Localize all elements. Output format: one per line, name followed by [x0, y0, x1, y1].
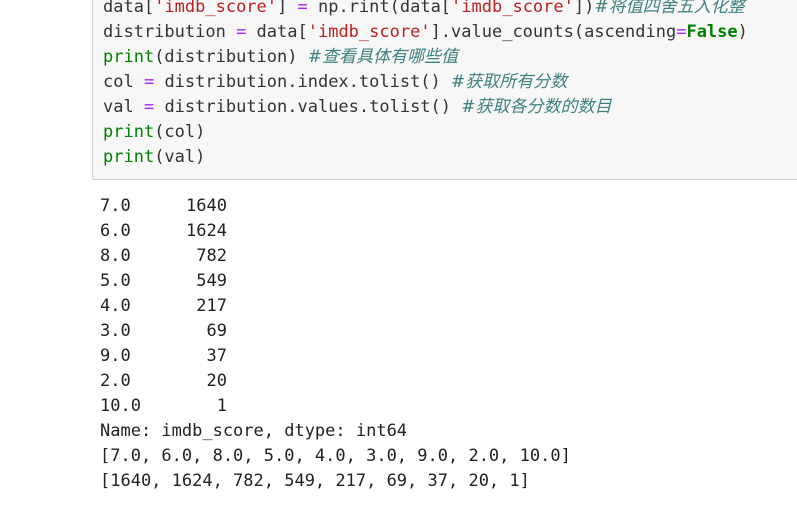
string-literal: 'imdb_score'	[451, 0, 574, 17]
series-index: 7.0	[100, 196, 131, 216]
keyword: False	[686, 22, 738, 42]
value-counts-row: 6.0 1624	[100, 219, 571, 244]
code-token: col	[103, 72, 144, 92]
code-line-4: col = distribution.index.tolist() #获取所有分…	[103, 70, 748, 95]
series-index: 2.0	[100, 371, 131, 391]
code-token: distribution.values.tolist()	[154, 97, 462, 117]
code-editor[interactable]: data['imdb_score'] = np.rint(data['imdb_…	[103, 0, 748, 170]
operator: =	[297, 0, 308, 17]
builtin-function: print	[103, 122, 155, 142]
series-value: 69	[206, 321, 227, 341]
operator: =	[676, 22, 687, 42]
value-counts-row: 5.0 549	[100, 269, 571, 294]
series-index: 3.0	[100, 321, 131, 341]
series-value: 1640	[186, 196, 227, 216]
series-index: 8.0	[100, 246, 131, 266]
series-index: 9.0	[100, 346, 131, 366]
string-literal: 'imdb_score'	[154, 0, 278, 17]
operator: =	[143, 72, 155, 92]
series-index: 5.0	[100, 271, 131, 291]
code-comment: #查看具体有哪些值	[307, 47, 458, 67]
code-token: data[	[246, 22, 308, 42]
value-counts-row: 9.0 37	[100, 344, 571, 369]
builtin-function: print	[103, 47, 155, 67]
series-value: 1	[216, 396, 227, 416]
code-token: ]	[277, 0, 298, 17]
code-token: (distribution)	[154, 47, 308, 67]
code-line-5: val = distribution.values.tolist() #获取各分…	[103, 95, 748, 120]
series-value: 1624	[186, 221, 227, 241]
value-counts-row: 8.0 782	[100, 244, 571, 269]
value-counts-row: 10.0 1	[100, 394, 571, 419]
code-line-7: print(val)	[103, 145, 748, 170]
cell-output: 7.0 1640 6.0 1624 8.0 782 5.0 549 4.0 217 3.0…	[100, 194, 571, 494]
value-counts-row: 7.0 1640	[100, 194, 571, 219]
series-index: 6.0	[100, 221, 131, 241]
value-counts-row: 2.0 20	[100, 369, 571, 394]
code-token: distribution	[103, 22, 237, 42]
string-literal: 'imdb_score'	[307, 22, 431, 42]
code-token: data[	[103, 0, 155, 17]
code-token: (val)	[154, 147, 206, 167]
series-value: 20	[206, 371, 227, 391]
value-counts-row: 3.0 69	[100, 319, 571, 344]
code-token: ].value_counts(ascending	[430, 22, 677, 42]
code-line-2: distribution = data['imdb_score'].value_…	[103, 20, 748, 45]
operator: =	[143, 97, 155, 117]
col-list-output: [7.0, 6.0, 8.0, 5.0, 4.0, 3.0, 9.0, 2.0,…	[100, 446, 571, 466]
code-token: np.rint(data[	[307, 0, 452, 17]
code-cell-input[interactable]: data['imdb_score'] = np.rint(data['imdb_…	[92, 0, 797, 180]
code-comment: #获取各分数的数目	[461, 97, 612, 117]
code-token: )	[737, 22, 748, 42]
code-token: val	[103, 97, 144, 117]
series-value: 217	[196, 296, 227, 316]
series-info-line: Name: imdb_score, dtype: int64	[100, 421, 408, 441]
code-line-3: print(distribution) #查看具体有哪些值	[103, 45, 748, 70]
series-value: 782	[196, 246, 227, 266]
operator: =	[236, 22, 247, 42]
code-token: ])	[573, 0, 595, 17]
series-index: 10.0	[100, 396, 141, 416]
series-value: 549	[196, 271, 227, 291]
code-token: (col)	[154, 122, 206, 142]
code-line-1: data['imdb_score'] = np.rint(data['imdb_…	[103, 0, 748, 20]
value-counts-row: 4.0 217	[100, 294, 571, 319]
val-list-output: [1640, 1624, 782, 549, 217, 69, 37, 20, …	[100, 471, 530, 491]
code-token: distribution.index.tolist()	[154, 72, 452, 92]
code-line-6: print(col)	[103, 120, 748, 145]
series-index: 4.0	[100, 296, 131, 316]
code-comment: #将值四舍五入化整	[594, 0, 745, 17]
series-value: 37	[206, 346, 227, 366]
code-comment: #获取所有分数	[451, 72, 568, 92]
builtin-function: print	[103, 147, 155, 167]
